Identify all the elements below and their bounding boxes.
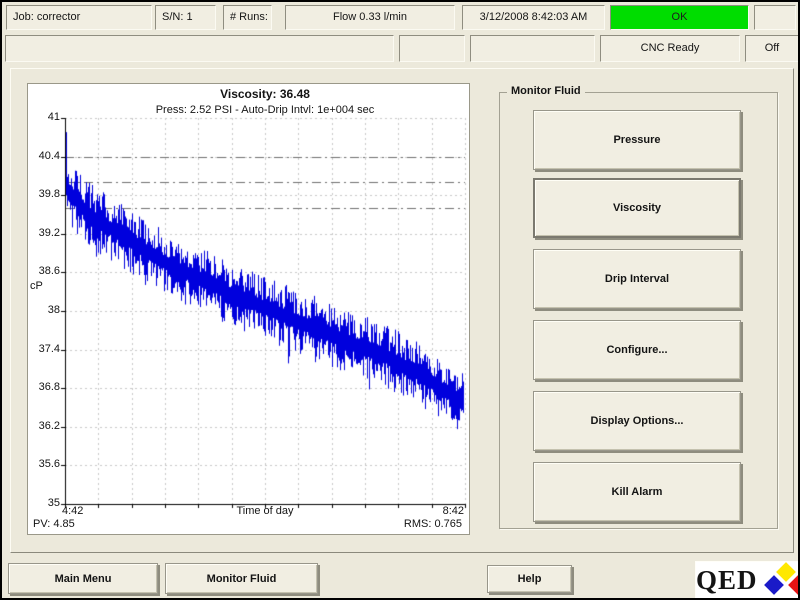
y-tick-label: 36.8 — [28, 381, 60, 394]
y-tick-label: 40.4 — [28, 150, 60, 163]
help-button[interactable]: Help — [487, 565, 572, 593]
cnc-status-field: CNC Ready — [600, 35, 740, 62]
pv-readout: PV: 4.85 — [33, 518, 75, 530]
drip-interval-button[interactable]: Drip Interval — [533, 249, 741, 309]
viscosity-trend-plot — [28, 84, 469, 534]
x-tick-end: 8:42 — [443, 505, 464, 517]
app-window: Job: corrector S/N: 1 # Runs: 0 Flow 0.3… — [0, 0, 800, 600]
serial-number-field: S/N: 1 — [155, 5, 216, 30]
monitor-fluid-nav-button[interactable]: Monitor Fluid — [165, 563, 318, 594]
job-status-field: Job: corrector — [6, 5, 152, 30]
pressure-button[interactable]: Pressure — [533, 110, 741, 170]
y-tick-label: 37.4 — [28, 343, 60, 356]
rms-readout: RMS: 0.765 — [404, 518, 462, 530]
aux-status-field — [754, 5, 796, 30]
qed-logo-text: QED — [696, 567, 758, 594]
monitor-fluid-group-label: Monitor Fluid — [507, 85, 585, 97]
aux-field-2 — [399, 35, 465, 62]
flow-field: Flow 0.33 l/min — [285, 5, 455, 30]
y-tick-label: 36.2 — [28, 420, 60, 433]
y-tick-label: 35.6 — [28, 458, 60, 471]
configure-button[interactable]: Configure... — [533, 320, 741, 380]
power-status-field: Off — [745, 35, 799, 62]
y-tick-label: 39.8 — [28, 188, 60, 201]
kill-alarm-button[interactable]: Kill Alarm — [533, 462, 741, 522]
datetime-field: 3/12/2008 8:42:03 AM — [462, 5, 605, 30]
qed-logo: QED — [695, 561, 799, 599]
y-tick-label: 38.6 — [28, 265, 60, 278]
blue-diamond-icon — [764, 575, 784, 595]
display-options-button[interactable]: Display Options... — [533, 391, 741, 451]
viscosity-button[interactable]: Viscosity — [533, 178, 741, 238]
y-axis-unit-label: cP — [30, 280, 43, 292]
y-tick-label: 39.2 — [28, 227, 60, 240]
x-axis-label: Time of day — [65, 505, 465, 517]
aux-field-3 — [470, 35, 595, 62]
y-tick-label: 38 — [28, 304, 60, 317]
y-tick-label: 41 — [28, 111, 60, 124]
qed-diamonds-icon — [762, 564, 798, 596]
chart-panel: Viscosity: 36.48 Press: 2.52 PSI - Auto-… — [27, 83, 470, 535]
monitor-fluid-group: Monitor Fluid Pressure Viscosity Drip In… — [499, 92, 778, 529]
chart-subtitle: Press: 2.52 PSI - Auto-Drip Intvl: 1e+00… — [65, 104, 465, 116]
message-field — [5, 35, 394, 62]
y-tick-label: 35 — [28, 497, 60, 510]
ok-status-indicator: OK — [610, 5, 749, 30]
main-menu-button[interactable]: Main Menu — [8, 563, 158, 594]
runs-field: # Runs: 0 — [223, 5, 272, 30]
chart-title: Viscosity: 36.48 — [65, 87, 465, 101]
